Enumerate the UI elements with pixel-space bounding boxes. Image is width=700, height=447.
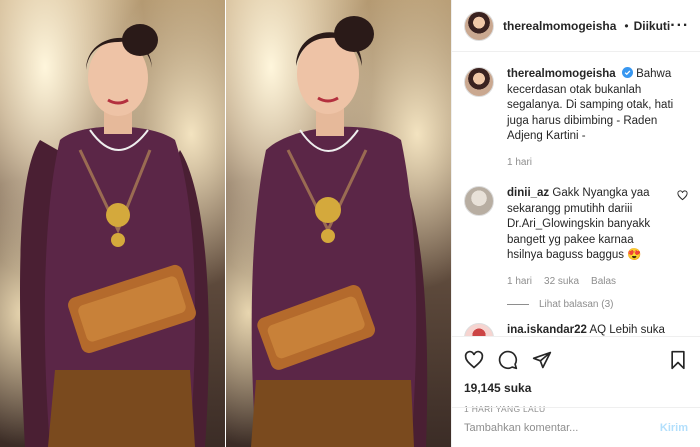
post-sidebar: therealmomogeisha • Diikuti ··· therealm… <box>451 0 700 447</box>
add-comment-bar: Kirim <box>452 407 700 447</box>
follow-status-button[interactable]: Diikuti <box>634 19 671 33</box>
caption: therealmomogeisha Bahwa kecerdasan otak … <box>464 67 688 170</box>
reply-button[interactable]: Balas <box>591 274 616 290</box>
caption-time[interactable]: 1 hari <box>507 155 532 171</box>
replies-line <box>507 304 529 305</box>
comment-item: dinii_az Gakk Nyangka yaa sekarangg pmut… <box>464 186 688 289</box>
post-photo[interactable] <box>0 0 451 447</box>
photo-right-portrait <box>226 0 451 447</box>
comment-input[interactable] <box>464 421 660 434</box>
caption-avatar[interactable] <box>464 67 494 97</box>
like-count[interactable]: 19,145 suka <box>464 381 688 395</box>
like-heart-icon[interactable] <box>464 350 484 370</box>
comments-list: therealmomogeisha Bahwa kecerdasan otak … <box>452 53 700 336</box>
comment-username[interactable]: dinii_az <box>507 187 549 199</box>
separator-dot: • <box>624 18 629 33</box>
comment-bubble-icon[interactable] <box>498 350 518 370</box>
caption-username[interactable]: therealmomogeisha <box>507 68 616 80</box>
photo-left-portrait <box>0 0 225 447</box>
author-avatar[interactable] <box>464 10 494 41</box>
post-header: therealmomogeisha • Diikuti ··· <box>452 0 700 52</box>
share-paper-plane-icon[interactable] <box>532 350 552 370</box>
more-options-icon[interactable]: ··· <box>670 17 689 35</box>
commenter-avatar[interactable] <box>464 323 494 336</box>
view-replies-label: Lihat balasan (3) <box>539 299 614 310</box>
comment-time[interactable]: 1 hari <box>507 274 532 290</box>
caption-verified-badge-icon <box>619 67 633 80</box>
comment-like-heart-icon[interactable] <box>677 190 688 201</box>
author-username[interactable]: therealmomogeisha <box>503 19 616 33</box>
view-replies-button[interactable]: Lihat balasan (3) <box>507 299 688 310</box>
post-comment-button[interactable]: Kirim <box>660 422 688 434</box>
save-bookmark-icon[interactable] <box>668 350 688 370</box>
comment-item: ina.iskandar22 AQ Lebih suka momo yg dlu… <box>464 323 688 336</box>
comment-likes[interactable]: 32 suka <box>544 274 579 290</box>
commenter-avatar[interactable] <box>464 186 494 216</box>
post-actions: 19,145 suka 1 HARI YANG LALU <box>452 336 700 414</box>
comment-username[interactable]: ina.iskandar22 <box>507 324 587 336</box>
